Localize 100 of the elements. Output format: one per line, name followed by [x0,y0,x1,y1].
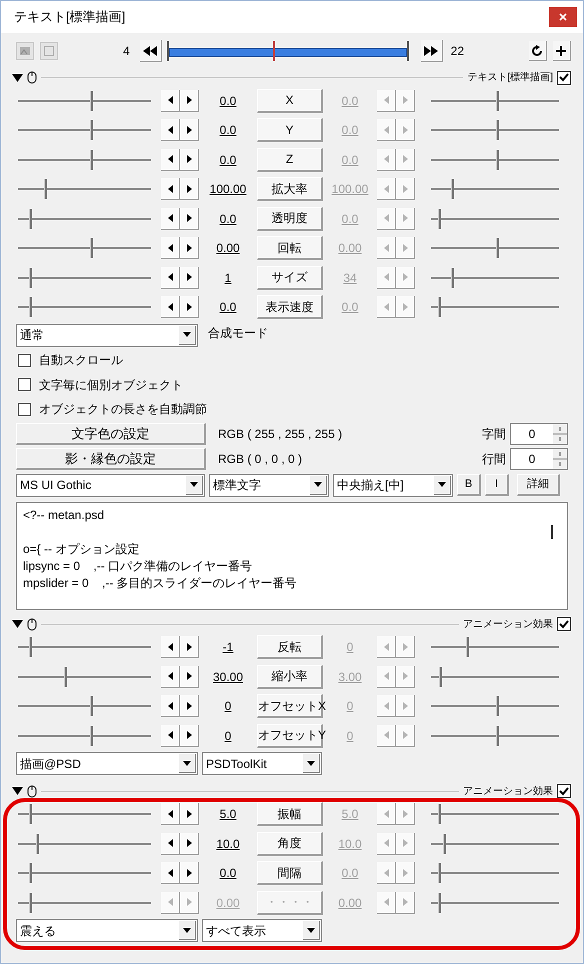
parameter-button[interactable]: X [257,88,323,113]
loop-button[interactable] [528,41,547,61]
dropdown[interactable]: 通常 [16,324,198,346]
slider[interactable] [16,206,153,231]
slider[interactable] [429,148,561,172]
parameter-button[interactable]: 振幅 [257,802,323,826]
dropdown[interactable]: 震える [16,919,198,942]
dropdown[interactable]: すべて表示 [202,919,322,942]
dropdown[interactable]: 描画@PSD [16,752,198,775]
color-button[interactable]: 影・縁色の設定 [16,448,206,470]
slider[interactable] [429,206,561,231]
increment-button[interactable] [180,724,199,747]
slider-thumb[interactable] [36,834,40,854]
increment-button[interactable] [180,90,199,112]
parameter-button[interactable]: オフセットX [257,694,323,718]
start-value[interactable]: 0.0 [199,121,257,140]
number-field[interactable]: 0 [510,448,568,470]
slider-thumb[interactable] [450,268,454,288]
format-button[interactable]: B [457,474,481,496]
dropdown[interactable]: 中央揃え[中] [333,474,453,496]
slider-thumb[interactable] [29,804,32,824]
slider-thumb[interactable] [496,90,500,111]
slider-thumb[interactable] [90,726,93,746]
fast-forward-button[interactable] [420,40,443,62]
slider-thumb[interactable] [29,637,32,658]
slider-thumb[interactable] [90,150,93,170]
slider[interactable] [16,724,153,748]
increment-button[interactable] [180,832,199,855]
start-value[interactable]: -1 [199,638,257,656]
slider[interactable] [16,694,153,718]
dropdown[interactable]: PSDToolKit [202,752,322,775]
slider-thumb[interactable] [90,696,93,716]
toolbar-button[interactable] [16,42,34,60]
parameter-button[interactable]: Y [257,118,323,142]
slider[interactable] [429,694,561,718]
parameter-button[interactable]: 角度 [257,832,323,856]
start-value[interactable]: 100.00 [199,180,257,198]
start-value[interactable]: 0 [199,697,257,716]
timeline-cursor[interactable] [273,41,276,61]
decrement-button[interactable] [161,862,180,884]
increment-button[interactable] [180,862,199,884]
start-value[interactable]: 5.0 [199,805,257,824]
start-value[interactable]: 0.0 [199,298,257,316]
decrement-button[interactable] [161,666,180,688]
checkbox[interactable]: オブジェクトの長さを自動調節 [18,400,207,418]
start-value[interactable]: 10.0 [199,834,257,853]
parameter-button[interactable]: 間隔 [257,861,323,886]
slider[interactable] [16,266,153,290]
rewind-button[interactable] [140,40,162,62]
slider-thumb[interactable] [90,90,93,111]
increment-button[interactable] [180,208,199,230]
slider-thumb[interactable] [29,863,32,884]
parameter-button[interactable]: サイズ [257,266,323,290]
checkbox[interactable]: 文字毎に個別オブジェクト [18,376,183,394]
slider[interactable] [16,635,153,660]
slider[interactable] [429,724,561,748]
slider-thumb[interactable] [90,238,93,258]
decrement-button[interactable] [161,148,180,171]
slider-thumb[interactable] [44,179,48,200]
close-button[interactable] [549,7,577,27]
decrement-button[interactable] [161,237,180,260]
slider[interactable] [16,295,153,320]
decrement-button[interactable] [161,266,180,289]
format-button[interactable]: I [485,474,509,496]
decrement-button[interactable] [161,724,180,747]
slider[interactable] [16,148,153,172]
section-checkbox[interactable] [557,70,571,84]
slider[interactable] [429,118,561,142]
slider[interactable] [429,802,561,826]
slider[interactable] [429,832,561,856]
parameter-button[interactable]: 縮小率 [257,664,323,689]
start-value[interactable]: 0.0 [199,92,257,110]
slider[interactable] [429,177,561,202]
slider-thumb[interactable] [439,666,442,687]
increment-button[interactable] [180,178,199,200]
slider[interactable] [16,832,153,856]
decrement-button[interactable] [161,208,180,230]
increment-button[interactable] [180,148,199,171]
slider-thumb[interactable] [496,120,500,140]
slider-thumb[interactable] [496,726,500,746]
parameter-button[interactable]: 透明度 [257,206,323,231]
slider-thumb[interactable] [496,238,500,258]
section-checkbox[interactable] [557,784,571,798]
start-value[interactable]: 0.00 [199,239,257,258]
add-button[interactable] [552,41,571,61]
increment-button[interactable] [180,296,199,318]
decrement-button[interactable] [161,803,180,826]
parameter-button[interactable]: 表示速度 [257,295,323,320]
slider-thumb[interactable] [90,120,93,140]
slider-thumb[interactable] [443,834,446,854]
section-checkbox[interactable] [557,617,571,631]
start-value[interactable]: 0.0 [199,864,257,882]
slider[interactable] [429,236,561,260]
dropdown[interactable]: MS UI Gothic [16,474,205,496]
decrement-button[interactable] [161,296,180,318]
start-value[interactable]: 0.0 [199,150,257,169]
slider[interactable] [429,635,561,660]
increment-button[interactable] [180,803,199,826]
start-value[interactable]: 0 [199,726,257,745]
slider[interactable] [429,295,561,320]
